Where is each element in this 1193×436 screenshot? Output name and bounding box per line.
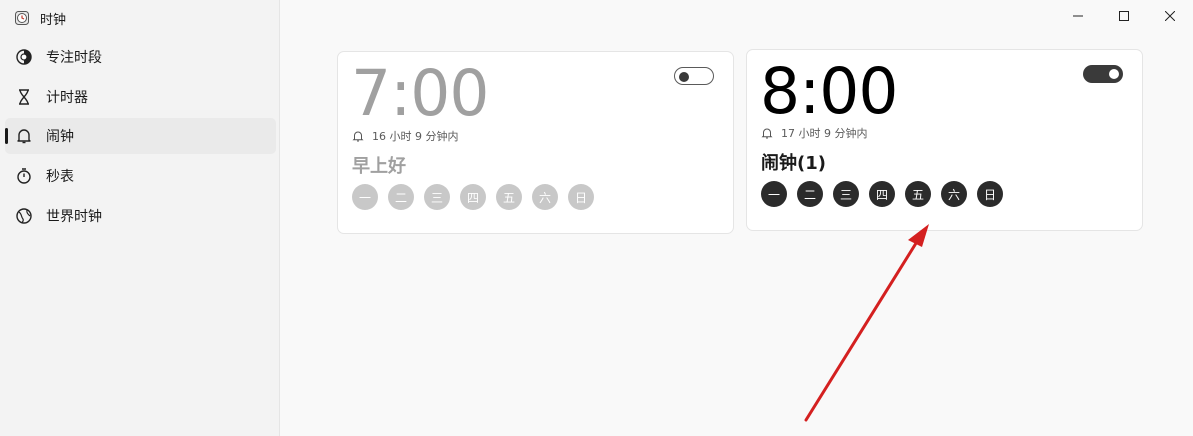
bell-icon: [761, 128, 773, 139]
maximize-icon: [1119, 11, 1129, 21]
day-thu: 四: [869, 181, 895, 207]
alarm-name: 闹钟(1): [761, 153, 826, 174]
alarm-card[interactable]: 8:00 17 小时 9 分钟内 闹钟(1) 一 二 三 四 五 六 日: [746, 49, 1143, 231]
alarm-days: 一 二 三 四 五 六 日: [761, 181, 1003, 207]
day-sun: 日: [568, 184, 594, 210]
alarm-toggle[interactable]: [1083, 65, 1123, 83]
stopwatch-icon: [15, 167, 33, 185]
minimize-button[interactable]: [1055, 0, 1101, 32]
alarm-remaining: 17 小时 9 分钟内: [761, 125, 868, 141]
day-tue: 二: [388, 184, 414, 210]
minimize-icon: [1073, 15, 1083, 17]
day-fri: 五: [496, 184, 522, 210]
alarm-name: 早上好: [352, 156, 406, 177]
close-icon: [1165, 11, 1175, 21]
sidebar-item-label: 专注时段: [46, 50, 102, 66]
day-fri: 五: [905, 181, 931, 207]
hourglass-icon: [15, 88, 33, 106]
bell-icon: [15, 127, 33, 145]
sidebar-item-timer[interactable]: 计时器: [5, 79, 276, 115]
day-sat: 六: [532, 184, 558, 210]
close-button[interactable]: [1147, 0, 1193, 32]
window-controls: [1055, 0, 1193, 32]
app-title-bar: 时钟: [13, 8, 66, 28]
app-title: 时钟: [40, 12, 67, 28]
sidebar-item-label: 秒表: [46, 169, 74, 185]
toggle-knob: [1109, 69, 1119, 79]
day-sun: 日: [977, 181, 1003, 207]
toggle-knob: [679, 72, 689, 82]
focus-icon: [15, 48, 33, 66]
alarm-days: 一 二 三 四 五 六 日: [352, 184, 594, 210]
sidebar-item-focus[interactable]: 专注时段: [5, 39, 276, 75]
day-mon: 一: [761, 181, 787, 207]
alarm-toggle[interactable]: [674, 67, 714, 85]
sidebar-item-label: 闹钟: [46, 129, 74, 145]
day-wed: 三: [833, 181, 859, 207]
active-indicator: [5, 128, 8, 144]
day-thu: 四: [460, 184, 486, 210]
sidebar: 时钟 专注时段 计时器 闹钟 秒表 世界时钟: [0, 0, 280, 436]
alarm-remaining: 16 小时 9 分钟内: [352, 128, 459, 144]
sidebar-item-alarm[interactable]: 闹钟: [5, 118, 276, 154]
alarm-card[interactable]: 7:00 16 小时 9 分钟内 早上好 一 二 三 四 五 六 日: [337, 51, 734, 234]
clock-app-icon: [13, 9, 31, 27]
globe-icon: [15, 207, 33, 225]
alarm-remaining-text: 16 小时 9 分钟内: [372, 130, 459, 143]
sidebar-item-stopwatch[interactable]: 秒表: [5, 158, 276, 194]
alarm-time: 7:00: [351, 57, 489, 130]
alarm-remaining-text: 17 小时 9 分钟内: [781, 127, 868, 140]
day-mon: 一: [352, 184, 378, 210]
arrow-shaft: [804, 238, 920, 422]
day-tue: 二: [797, 181, 823, 207]
day-sat: 六: [941, 181, 967, 207]
sidebar-item-label: 计时器: [46, 90, 88, 106]
bell-icon: [352, 131, 364, 142]
maximize-button[interactable]: [1101, 0, 1147, 32]
day-wed: 三: [424, 184, 450, 210]
alarm-time: 8:00: [760, 55, 898, 128]
sidebar-item-world-clock[interactable]: 世界时钟: [5, 198, 276, 234]
sidebar-item-label: 世界时钟: [46, 209, 102, 225]
